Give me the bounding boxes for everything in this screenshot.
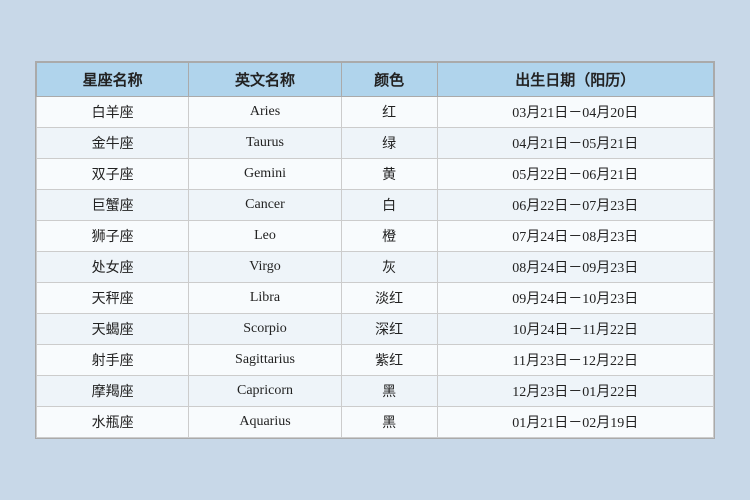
- cell-color: 黑: [341, 376, 437, 407]
- cell-color: 白: [341, 190, 437, 221]
- cell-english: Virgo: [189, 252, 341, 283]
- table-header-row: 星座名称 英文名称 颜色 出生日期（阳历）: [37, 63, 714, 97]
- cell-dates: 05月22日－06月21日: [437, 159, 713, 190]
- cell-dates: 07月24日－08月23日: [437, 221, 713, 252]
- cell-english: Aquarius: [189, 407, 341, 438]
- cell-color: 深红: [341, 314, 437, 345]
- cell-dates: 06月22日－07月23日: [437, 190, 713, 221]
- cell-english: Taurus: [189, 128, 341, 159]
- cell-dates: 04月21日－05月21日: [437, 128, 713, 159]
- cell-dates: 10月24日－11月22日: [437, 314, 713, 345]
- cell-color: 淡红: [341, 283, 437, 314]
- table-row: 处女座Virgo灰08月24日－09月23日: [37, 252, 714, 283]
- zodiac-table: 星座名称 英文名称 颜色 出生日期（阳历） 白羊座Aries红03月21日－04…: [36, 62, 714, 438]
- cell-chinese: 水瓶座: [37, 407, 189, 438]
- cell-chinese: 白羊座: [37, 97, 189, 128]
- col-header-dates: 出生日期（阳历）: [437, 63, 713, 97]
- cell-color: 红: [341, 97, 437, 128]
- table-row: 射手座Sagittarius紫红11月23日－12月22日: [37, 345, 714, 376]
- cell-chinese: 狮子座: [37, 221, 189, 252]
- cell-dates: 12月23日－01月22日: [437, 376, 713, 407]
- cell-english: Cancer: [189, 190, 341, 221]
- cell-chinese: 金牛座: [37, 128, 189, 159]
- cell-chinese: 处女座: [37, 252, 189, 283]
- cell-dates: 03月21日－04月20日: [437, 97, 713, 128]
- cell-dates: 09月24日－10月23日: [437, 283, 713, 314]
- table-row: 天蝎座Scorpio深红10月24日－11月22日: [37, 314, 714, 345]
- cell-english: Capricorn: [189, 376, 341, 407]
- table-row: 白羊座Aries红03月21日－04月20日: [37, 97, 714, 128]
- table-row: 水瓶座Aquarius黑01月21日－02月19日: [37, 407, 714, 438]
- cell-dates: 11月23日－12月22日: [437, 345, 713, 376]
- cell-chinese: 摩羯座: [37, 376, 189, 407]
- cell-english: Sagittarius: [189, 345, 341, 376]
- cell-english: Libra: [189, 283, 341, 314]
- table-row: 双子座Gemini黄05月22日－06月21日: [37, 159, 714, 190]
- zodiac-table-container: 星座名称 英文名称 颜色 出生日期（阳历） 白羊座Aries红03月21日－04…: [35, 61, 715, 439]
- table-row: 狮子座Leo橙07月24日－08月23日: [37, 221, 714, 252]
- cell-chinese: 射手座: [37, 345, 189, 376]
- cell-color: 绿: [341, 128, 437, 159]
- col-header-color: 颜色: [341, 63, 437, 97]
- cell-dates: 08月24日－09月23日: [437, 252, 713, 283]
- table-body: 白羊座Aries红03月21日－04月20日金牛座Taurus绿04月21日－0…: [37, 97, 714, 438]
- cell-english: Scorpio: [189, 314, 341, 345]
- table-row: 巨蟹座Cancer白06月22日－07月23日: [37, 190, 714, 221]
- cell-chinese: 双子座: [37, 159, 189, 190]
- cell-color: 黑: [341, 407, 437, 438]
- cell-color: 灰: [341, 252, 437, 283]
- cell-chinese: 巨蟹座: [37, 190, 189, 221]
- col-header-english: 英文名称: [189, 63, 341, 97]
- cell-english: Gemini: [189, 159, 341, 190]
- cell-chinese: 天蝎座: [37, 314, 189, 345]
- col-header-chinese: 星座名称: [37, 63, 189, 97]
- table-row: 金牛座Taurus绿04月21日－05月21日: [37, 128, 714, 159]
- cell-english: Aries: [189, 97, 341, 128]
- cell-color: 橙: [341, 221, 437, 252]
- cell-chinese: 天秤座: [37, 283, 189, 314]
- cell-color: 紫红: [341, 345, 437, 376]
- cell-english: Leo: [189, 221, 341, 252]
- table-row: 天秤座Libra淡红09月24日－10月23日: [37, 283, 714, 314]
- table-row: 摩羯座Capricorn黑12月23日－01月22日: [37, 376, 714, 407]
- cell-dates: 01月21日－02月19日: [437, 407, 713, 438]
- cell-color: 黄: [341, 159, 437, 190]
